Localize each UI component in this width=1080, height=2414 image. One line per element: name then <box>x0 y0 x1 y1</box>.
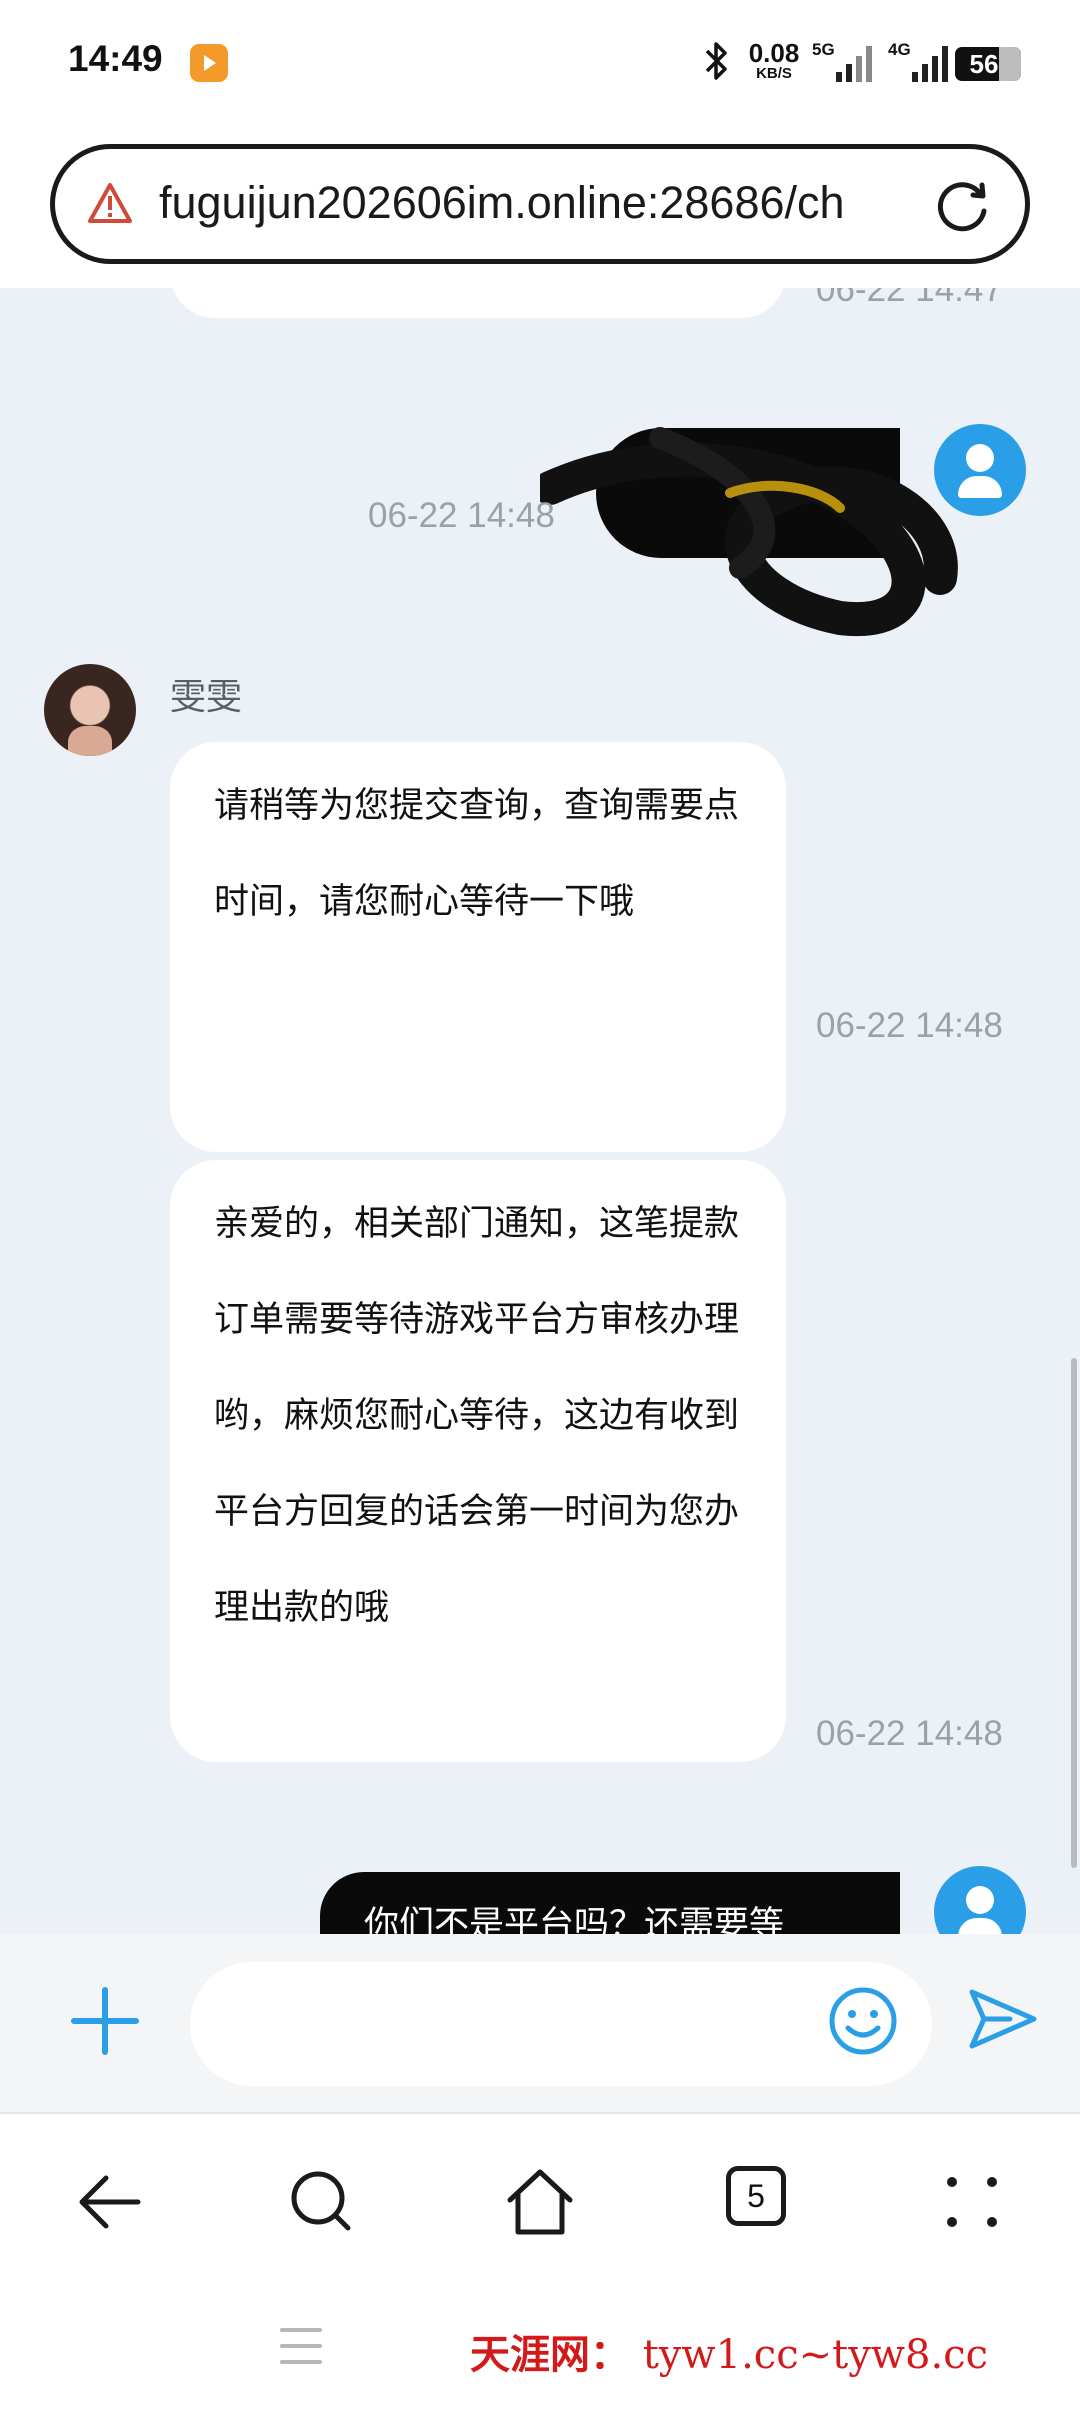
menu-dots-icon[interactable] <box>932 2162 1012 2242</box>
message-bubble-agent <box>170 288 786 318</box>
message-timestamp: 06-22 14:48 <box>816 1714 1003 1753</box>
tabs-button[interactable]: 5 <box>726 2166 786 2226</box>
search-icon[interactable] <box>282 2162 362 2242</box>
network-speed-value: 0.08 <box>748 38 800 68</box>
redaction-scribble <box>540 427 958 637</box>
battery-icon: 56 <box>955 47 1021 81</box>
agent-name: 雯雯 <box>170 677 243 718</box>
message-bubble-agent: 请稍等为您提交查询，查询需要点时间，请您耐心等待一下哦 <box>170 742 786 1152</box>
chat-scrollbar[interactable] <box>1071 1358 1077 1868</box>
status-time: 14:49 <box>68 38 163 79</box>
video-app-icon <box>190 44 228 82</box>
add-attachment-icon[interactable] <box>68 1984 142 2058</box>
status-bar: 14:49 0.08 KB/S 5G 4G 56 <box>0 0 1080 128</box>
message-timestamp: 06-22 14:48 <box>816 1006 1003 1045</box>
recent-apps-icon[interactable] <box>280 2328 322 2364</box>
home-icon[interactable] <box>500 2162 580 2242</box>
signal-sim2-icon: 4G <box>888 40 958 82</box>
message-bubble-agent: 亲爱的，相关部门通知，这笔提款订单需要等待游戏平台方审核办理哟，麻烦您耐心等待，… <box>170 1160 786 1762</box>
browser-toolbar: 5 <box>0 2114 1080 2284</box>
message-text: 你们不是平台吗？还需要等 <box>364 1905 785 1934</box>
signal-sim2-label: 4G <box>888 40 911 59</box>
watermark-urls: tyw1.cc~tyw8.cc <box>642 2332 988 2378</box>
signal-sim1-label: 5G <box>812 40 835 59</box>
message-bubble-user: 你们不是平台吗？还需要等 <box>320 1872 900 1934</box>
emoji-icon[interactable] <box>826 1984 900 2058</box>
message-timestamp: 06-22 14:47 <box>816 288 1003 309</box>
watermark: 天涯网： tyw1.cc~tyw8.cc <box>470 2322 988 2380</box>
back-icon[interactable] <box>72 2162 152 2242</box>
agent-avatar[interactable] <box>44 664 136 756</box>
message-composer <box>0 1934 1080 2114</box>
network-speed: 0.08 KB/S <box>744 40 804 81</box>
signal-sim1-icon: 5G <box>812 40 882 82</box>
message-input[interactable] <box>190 1962 932 2086</box>
reload-icon[interactable] <box>931 175 993 237</box>
warning-triangle-icon[interactable] <box>87 181 133 225</box>
url-text[interactable]: fuguijun202606im.online:28686/ch <box>159 177 949 237</box>
send-icon[interactable] <box>966 1984 1040 2054</box>
address-bar[interactable]: fuguijun202606im.online:28686/ch <box>50 144 1030 264</box>
chat-area[interactable]: 06-22 14:47 06-22 14:48 雯雯 请稍等为您提交查询，查询需… <box>0 288 1080 1934</box>
user-avatar[interactable] <box>934 1866 1026 1934</box>
battery-level: 56 <box>969 49 999 79</box>
watermark-brand: 天涯网： <box>470 2331 630 2378</box>
network-speed-unit: KB/S <box>756 65 792 82</box>
message-timestamp: 06-22 14:48 <box>368 496 555 535</box>
bluetooth-icon <box>703 40 731 91</box>
system-nav-area: 天涯网： tyw1.cc~tyw8.cc <box>0 2284 1080 2414</box>
